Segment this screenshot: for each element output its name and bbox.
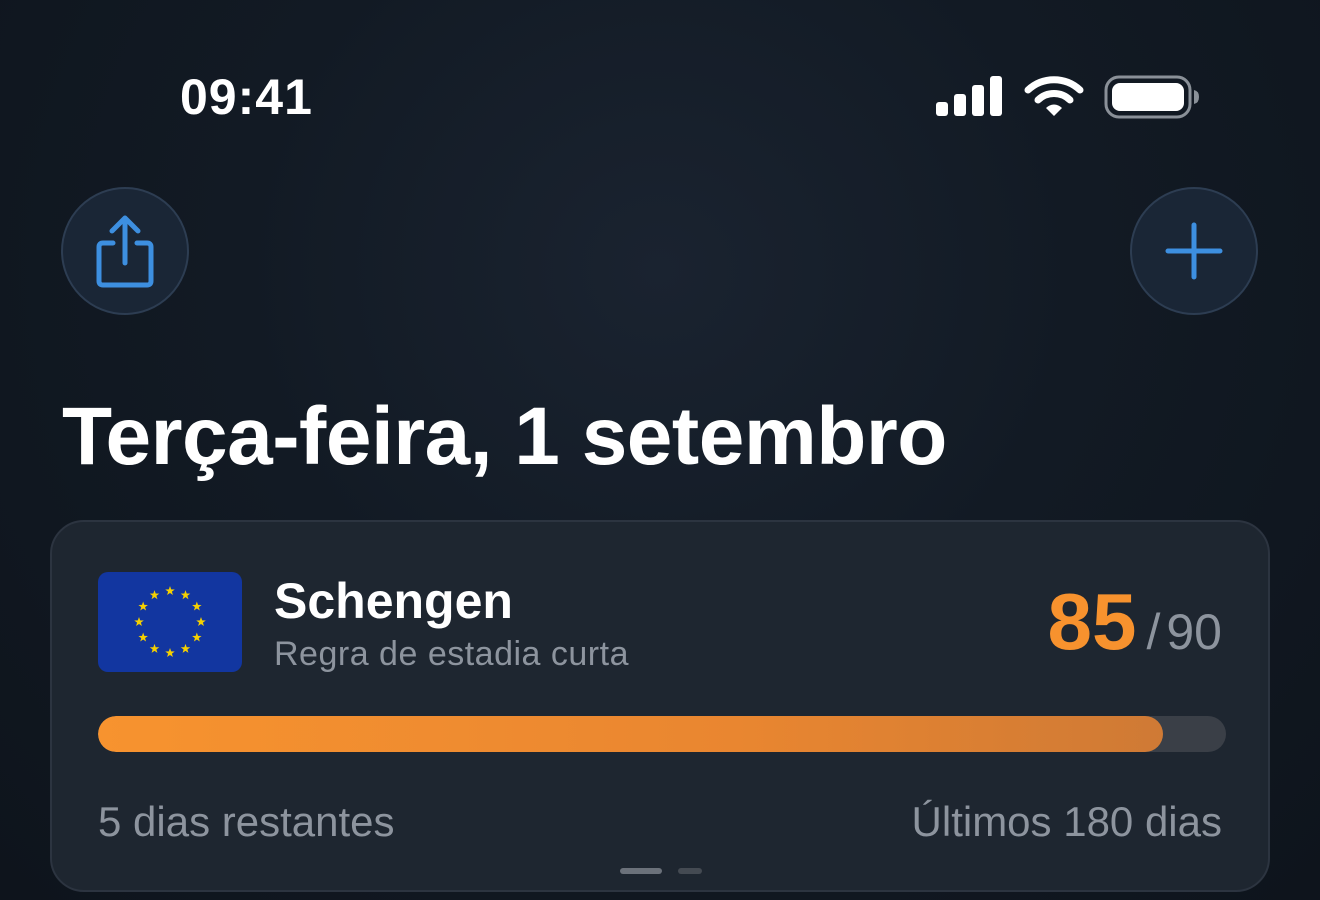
days-used: 85 (1047, 577, 1137, 666)
share-button[interactable] (61, 187, 189, 315)
cellular-signal-icon (936, 76, 1002, 116)
status-icons (936, 74, 1200, 120)
plus-icon (1165, 222, 1223, 280)
zone-rule: Regra de estadia curta (274, 635, 629, 673)
schengen-card[interactable]: Schengen Regra de estadia curta 85 / 90 … (50, 520, 1270, 892)
eu-flag-icon (98, 572, 242, 672)
share-icon (96, 215, 154, 288)
page-indicator[interactable] (620, 868, 704, 876)
page-dot[interactable] (678, 868, 702, 874)
day-counter: 85 / 90 (1047, 576, 1222, 668)
wifi-icon (1024, 76, 1084, 116)
stay-progress-fill (98, 716, 1164, 752)
days-remaining: 5 dias restantes (98, 798, 395, 845)
add-button[interactable] (1130, 187, 1258, 315)
page-dot-active[interactable] (620, 868, 662, 874)
status-bar: 09:41 (0, 0, 1320, 190)
days-separator: / (1146, 604, 1161, 660)
zone-name: Schengen (274, 573, 513, 629)
battery-full-icon (1104, 75, 1199, 119)
stay-progress-bar (98, 716, 1226, 752)
rolling-window: Últimos 180 dias (911, 798, 1222, 845)
days-max: 90 (1166, 604, 1222, 660)
status-time: 09:41 (180, 69, 313, 125)
page-title: Terça-feira, 1 setembro (62, 391, 947, 482)
